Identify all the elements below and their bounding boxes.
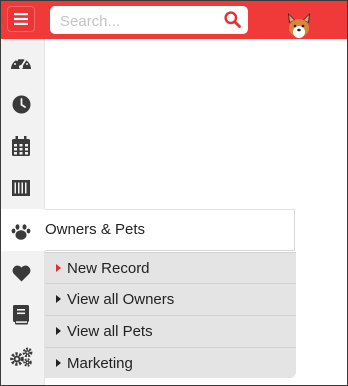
menu-item-label: New Record bbox=[67, 259, 150, 277]
barcode-icon bbox=[12, 180, 30, 196]
paw-icon bbox=[11, 223, 31, 240]
menu-item-label: Marketing bbox=[67, 354, 133, 372]
sidebar-item-health[interactable] bbox=[9, 262, 33, 284]
flyout-title: Owners & Pets bbox=[45, 221, 146, 238]
caret-right-icon bbox=[56, 295, 61, 303]
sidebar-item-clock[interactable] bbox=[9, 93, 33, 115]
menu-item-label: View all Pets bbox=[67, 322, 153, 340]
clock-icon bbox=[12, 95, 30, 113]
sidebar-item-owners-pets[interactable] bbox=[9, 220, 33, 242]
sidebar-item-book[interactable] bbox=[9, 304, 33, 326]
menu-item-new-record[interactable]: New Record bbox=[45, 252, 296, 283]
menu-item-view-all-pets[interactable]: View all Pets bbox=[45, 315, 296, 346]
hamburger-icon bbox=[14, 13, 28, 25]
top-bar bbox=[1, 1, 347, 39]
menu-item-marketing[interactable]: Marketing bbox=[45, 347, 296, 378]
caret-right-icon bbox=[56, 327, 61, 335]
flyout-header[interactable]: Owners & Pets bbox=[45, 209, 295, 251]
search-box bbox=[50, 6, 248, 34]
caret-right-icon bbox=[56, 264, 61, 272]
menu-item-view-all-owners[interactable]: View all Owners bbox=[45, 283, 296, 314]
search-input[interactable] bbox=[58, 10, 222, 32]
book-icon bbox=[13, 305, 29, 325]
menu-button[interactable] bbox=[7, 6, 35, 32]
menu-item-label: View all Owners bbox=[67, 290, 175, 308]
gears-icon bbox=[10, 347, 33, 367]
sidebar-item-settings[interactable] bbox=[9, 346, 33, 368]
heart-icon bbox=[12, 265, 30, 281]
flyout-submenu: New Record View all Owners View all Pets… bbox=[45, 252, 296, 378]
sidebar-item-dashboard[interactable] bbox=[9, 51, 33, 73]
sidebar-item-barcode[interactable] bbox=[9, 177, 33, 199]
caret-right-icon bbox=[56, 359, 61, 367]
sidebar bbox=[1, 39, 47, 385]
dog-avatar-icon[interactable] bbox=[284, 11, 314, 39]
calendar-icon bbox=[12, 136, 30, 156]
search-icon[interactable] bbox=[224, 11, 241, 28]
sidebar-item-calendar[interactable] bbox=[9, 135, 33, 157]
dashboard-gauge-icon bbox=[11, 57, 31, 69]
app-window: Owners & Pets New Record View all Owners… bbox=[0, 0, 348, 386]
